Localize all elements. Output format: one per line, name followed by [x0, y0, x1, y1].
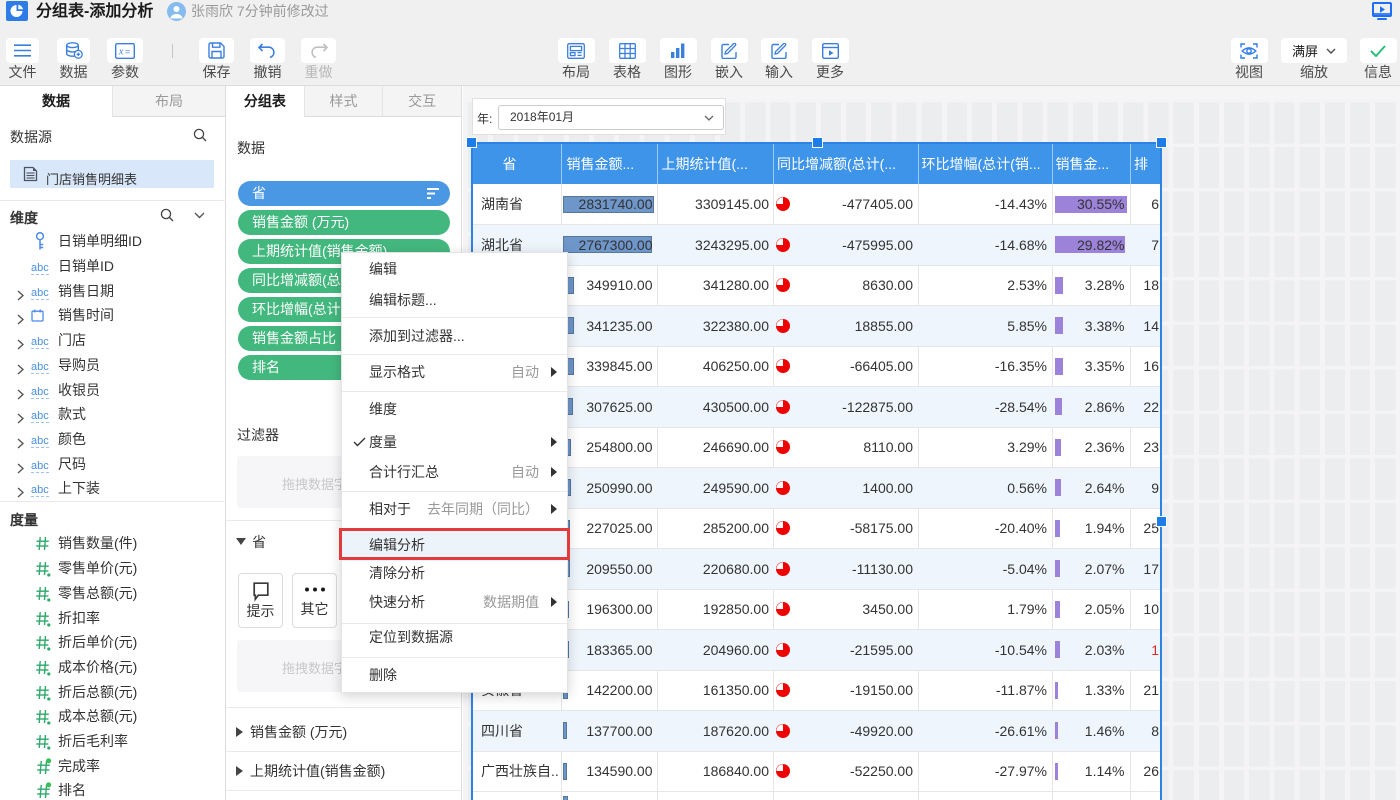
svg-text:x: x: [118, 46, 124, 57]
svg-text:=: =: [125, 46, 130, 56]
